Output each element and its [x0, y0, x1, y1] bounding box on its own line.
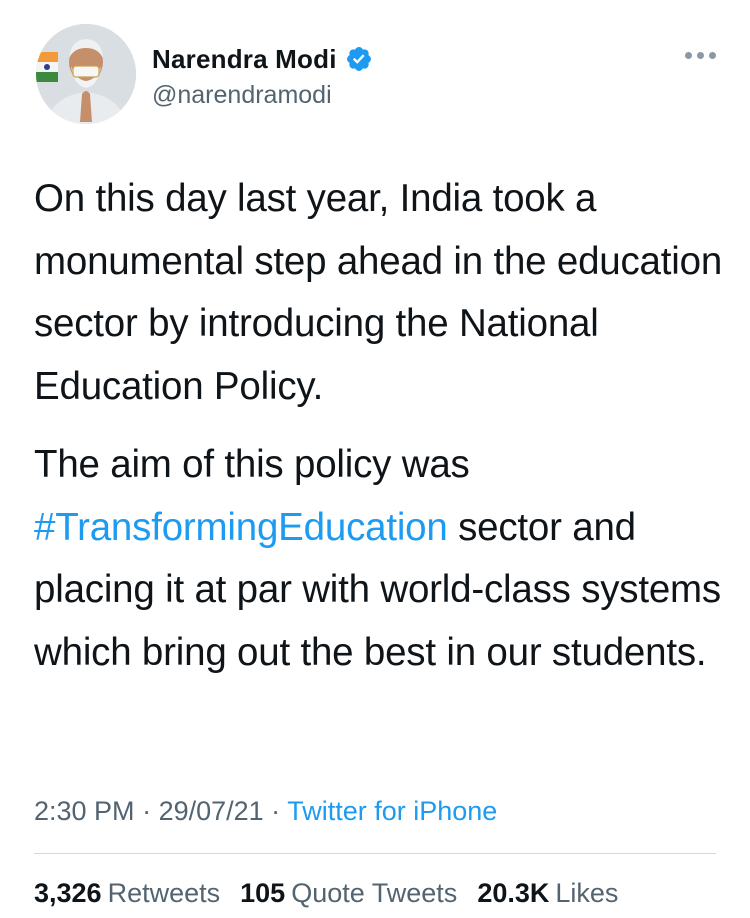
- tweet-source-link[interactable]: Twitter for iPhone: [287, 796, 497, 826]
- tweet-text: On this day last year, India took a monu…: [34, 168, 724, 684]
- hashtag-link[interactable]: #TransformingEducation: [34, 506, 448, 549]
- author-handle[interactable]: @narendramodi: [152, 80, 332, 110]
- tweet-paragraph-2: The aim of this policy was #Transforming…: [34, 434, 724, 684]
- retweets-label: Retweets: [107, 878, 221, 908]
- quote-tweets-label: Quote Tweets: [291, 878, 458, 908]
- tweet-paragraph-2-prefix: The aim of this policy was: [34, 443, 470, 486]
- tweet-time[interactable]: 2:30 PM: [34, 796, 135, 826]
- likes-stat[interactable]: 20.3K Likes: [477, 876, 618, 910]
- more-options-icon[interactable]: [685, 46, 716, 65]
- verified-badge-icon: [345, 45, 373, 73]
- engagement-stats: 3,326 Retweets 105 Quote Tweets 20.3K Likes: [34, 876, 618, 910]
- divider: [34, 853, 716, 854]
- tweet-detail: Narendra Modi @narendramodi On this day …: [0, 0, 750, 918]
- author-display-name[interactable]: Narendra Modi: [152, 44, 337, 74]
- tweet-paragraph-1: On this day last year, India took a monu…: [34, 177, 723, 408]
- tweet-meta: 2:30 PM · 29/07/21 · Twitter for iPhone: [34, 794, 497, 828]
- likes-count: 20.3K: [477, 878, 550, 908]
- likes-label: Likes: [555, 878, 619, 908]
- avatar-photo-icon: [36, 24, 136, 124]
- quote-tweets-count: 105: [240, 878, 286, 908]
- tweet-date[interactable]: 29/07/21: [159, 796, 264, 826]
- author-name-row[interactable]: Narendra Modi: [152, 44, 373, 74]
- meta-separator: ·: [134, 796, 159, 826]
- avatar[interactable]: [36, 24, 136, 124]
- retweets-stat[interactable]: 3,326 Retweets: [34, 876, 220, 910]
- retweets-count: 3,326: [34, 878, 102, 908]
- meta-separator: ·: [263, 796, 288, 826]
- quote-tweets-stat[interactable]: 105 Quote Tweets: [240, 876, 457, 910]
